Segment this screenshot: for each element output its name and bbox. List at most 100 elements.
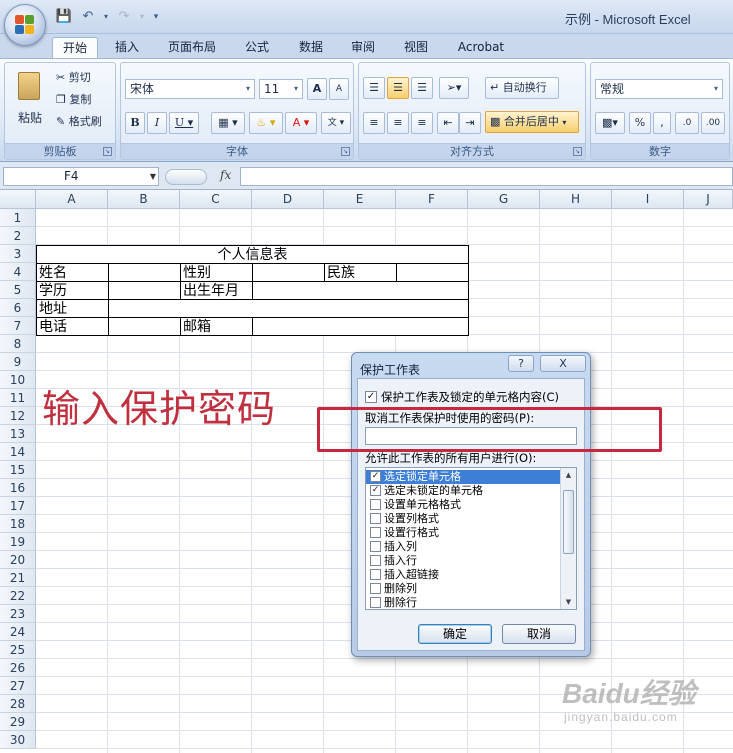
- row-header[interactable]: 18: [0, 515, 36, 533]
- shrink-font-icon[interactable]: A: [329, 78, 349, 100]
- list-item[interactable]: 插入行: [366, 554, 561, 568]
- copy-button[interactable]: ❐ 复制: [55, 89, 111, 111]
- column-header[interactable]: J: [684, 190, 733, 209]
- permission-checkbox[interactable]: ✓: [370, 485, 381, 496]
- permissions-list[interactable]: ✓ 选定锁定单元格 ✓ 选定未锁定的单元格 设置单元格格式 设置列格式 设置行格…: [365, 467, 577, 610]
- row-header[interactable]: 17: [0, 497, 36, 515]
- row-header[interactable]: 9: [0, 353, 36, 371]
- row-header[interactable]: 11: [0, 389, 36, 407]
- row-header[interactable]: 3: [0, 245, 36, 263]
- tab-formulas[interactable]: 公式: [234, 37, 280, 58]
- decrease-decimal-icon[interactable]: .00: [701, 112, 725, 134]
- tab-review[interactable]: 审阅: [340, 37, 386, 58]
- number-format-combo[interactable]: 常规 ▾: [595, 79, 723, 99]
- select-all-corner[interactable]: [0, 190, 36, 209]
- format-painter-button[interactable]: ✎ 格式刷: [55, 111, 115, 133]
- dropdown-arrow-icon[interactable]: ▾: [102, 8, 110, 26]
- permission-checkbox[interactable]: [370, 569, 381, 580]
- fill-color-icon[interactable]: ♨ ▾: [249, 112, 283, 134]
- permission-checkbox[interactable]: [370, 555, 381, 566]
- tab-view[interactable]: 视图: [393, 37, 439, 58]
- currency-icon[interactable]: ▩▾: [595, 112, 625, 134]
- ok-button[interactable]: 确定: [418, 624, 492, 644]
- row-header[interactable]: 29: [0, 713, 36, 731]
- align-right-icon[interactable]: ≡: [411, 112, 433, 134]
- close-icon[interactable]: X: [540, 355, 586, 372]
- bold-icon[interactable]: B: [125, 112, 145, 134]
- row-header[interactable]: 26: [0, 659, 36, 677]
- permission-checkbox[interactable]: [370, 499, 381, 510]
- align-bottom-icon[interactable]: ☰: [411, 77, 433, 99]
- scroll-thumb[interactable]: [563, 490, 574, 554]
- list-item[interactable]: ✓ 选定锁定单元格: [366, 470, 561, 484]
- scroll-down-icon[interactable]: ▼: [561, 595, 576, 609]
- scroll-up-icon[interactable]: ▲: [561, 468, 576, 482]
- tab-acrobat[interactable]: Acrobat: [450, 37, 512, 58]
- tab-data[interactable]: 数据: [288, 37, 334, 58]
- name-box[interactable]: F4 ▼: [3, 167, 159, 186]
- align-center-icon[interactable]: ≡: [387, 112, 409, 134]
- list-item[interactable]: 插入列: [366, 540, 561, 554]
- column-header[interactable]: E: [324, 190, 396, 209]
- row-header[interactable]: 7: [0, 317, 36, 335]
- row-header[interactable]: 12: [0, 407, 36, 425]
- list-item[interactable]: 设置行格式: [366, 526, 561, 540]
- list-scrollbar[interactable]: ▲ ▼: [560, 468, 576, 609]
- increase-indent-icon[interactable]: ⇥: [459, 112, 481, 134]
- list-item[interactable]: ✓ 选定未锁定的单元格: [366, 484, 561, 498]
- row-header[interactable]: 10: [0, 371, 36, 389]
- permission-checkbox[interactable]: [370, 583, 381, 594]
- font-size-combo[interactable]: 11 ▾: [259, 79, 303, 99]
- column-header[interactable]: I: [612, 190, 684, 209]
- orientation-icon[interactable]: ➢▾: [439, 77, 469, 99]
- row-header[interactable]: 21: [0, 569, 36, 587]
- column-header[interactable]: C: [180, 190, 252, 209]
- row-header[interactable]: 13: [0, 425, 36, 443]
- redo-icon[interactable]: ↷: [114, 8, 134, 26]
- row-header[interactable]: 23: [0, 605, 36, 623]
- row-header[interactable]: 25: [0, 641, 36, 659]
- dialog-launcher-icon[interactable]: ↘: [573, 147, 582, 156]
- list-item[interactable]: 插入超链接: [366, 568, 561, 582]
- column-header[interactable]: H: [540, 190, 612, 209]
- italic-icon[interactable]: I: [147, 112, 167, 134]
- row-header[interactable]: 15: [0, 461, 36, 479]
- merge-center-button[interactable]: ▩ 合并后居中 ▾: [485, 111, 579, 133]
- row-header[interactable]: 16: [0, 479, 36, 497]
- permission-checkbox[interactable]: [370, 541, 381, 552]
- cancel-button[interactable]: 取消: [502, 624, 576, 644]
- row-header[interactable]: 22: [0, 587, 36, 605]
- customize-qat-icon[interactable]: ▾: [150, 8, 162, 26]
- list-item[interactable]: 删除行: [366, 596, 561, 609]
- protect-checkbox[interactable]: ✓: [365, 391, 377, 403]
- tab-insert[interactable]: 插入: [104, 37, 150, 58]
- increase-decimal-icon[interactable]: .0: [675, 112, 699, 134]
- dialog-launcher-icon[interactable]: ↘: [103, 147, 112, 156]
- save-icon[interactable]: 💾: [54, 8, 74, 26]
- tab-page-layout[interactable]: 页面布局: [160, 37, 224, 58]
- help-icon[interactable]: ?: [508, 355, 534, 372]
- dropdown-arrow-icon[interactable]: ▾: [138, 8, 146, 26]
- row-header[interactable]: 27: [0, 677, 36, 695]
- percent-icon[interactable]: %: [629, 112, 651, 134]
- permission-checkbox[interactable]: [370, 527, 381, 538]
- borders-icon[interactable]: ▦ ▾: [211, 112, 245, 134]
- formula-bar-splitter[interactable]: [165, 169, 207, 185]
- align-top-icon[interactable]: ☰: [363, 77, 385, 99]
- row-header[interactable]: 6: [0, 299, 36, 317]
- column-header[interactable]: G: [468, 190, 540, 209]
- office-button[interactable]: [4, 4, 46, 46]
- row-header[interactable]: 2: [0, 227, 36, 245]
- insert-function-icon[interactable]: fx: [220, 168, 231, 182]
- dropdown-arrow-icon[interactable]: ▼: [150, 168, 156, 185]
- phonetic-icon[interactable]: 文 ▾: [321, 112, 351, 134]
- list-item[interactable]: 设置列格式: [366, 512, 561, 526]
- row-header[interactable]: 19: [0, 533, 36, 551]
- row-header[interactable]: 8: [0, 335, 36, 353]
- row-header[interactable]: 20: [0, 551, 36, 569]
- dropdown-arrow-icon[interactable]: ▾: [242, 80, 254, 98]
- undo-icon[interactable]: ↶: [78, 8, 98, 26]
- row-header[interactable]: 28: [0, 695, 36, 713]
- dropdown-arrow-icon[interactable]: ▾: [710, 80, 722, 98]
- row-header[interactable]: 4: [0, 263, 36, 281]
